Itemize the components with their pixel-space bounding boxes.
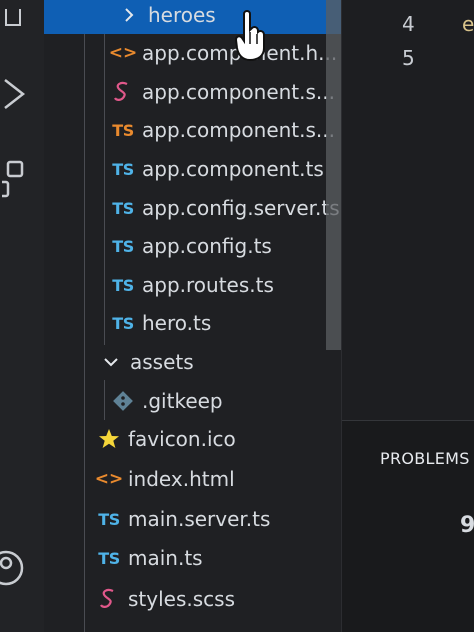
panel-content-fragment: 9 [460, 513, 474, 538]
ts-file-icon: TS [112, 159, 134, 179]
chevron-right-icon [116, 7, 142, 23]
tree-item-file[interactable]: <> index.html [44, 460, 341, 498]
ts-file-icon: TS [98, 509, 120, 529]
tab-problems[interactable]: PROBLEMS [380, 449, 470, 468]
tree-item-file[interactable]: <> app.component.h... [44, 34, 341, 72]
files-icon[interactable] [0, 0, 30, 40]
activity-bar [0, 0, 44, 632]
bottom-panel: PROBLEMS 9 [342, 420, 474, 632]
git-file-icon [110, 391, 136, 411]
tree-item-heroes[interactable]: heroes [44, 0, 341, 34]
hand-cursor-icon [234, 8, 268, 62]
tree-item-file[interactable]: .gitkeep [44, 382, 341, 420]
ts-file-icon: TS [112, 313, 134, 333]
tree-item-assets[interactable]: assets [44, 343, 341, 381]
line-number: 4 [402, 12, 415, 36]
tree-item-file[interactable]: TS app.component.ts [44, 150, 341, 188]
tree-item-file[interactable]: TS app.component.s... [44, 111, 341, 149]
line-number: 5 [402, 46, 415, 70]
tree-item-file[interactable]: TS hero.ts [44, 304, 341, 342]
star-icon [96, 428, 122, 450]
ts-file-icon: TS [112, 275, 134, 295]
ts-spec-file-icon: TS [112, 120, 134, 140]
ts-file-icon: TS [98, 548, 120, 568]
explorer-scrollbar-thumb[interactable] [326, 0, 341, 350]
tree-item-file[interactable]: app.component.s... [44, 73, 341, 111]
tree-item-file[interactable]: favicon.ico [44, 420, 341, 458]
scss-file-icon [96, 588, 122, 610]
tree-item-file[interactable]: TS main.ts [44, 539, 341, 577]
code-line: e [462, 12, 474, 36]
explorer-panel: heroes <> app.component.h... app.compone… [44, 0, 342, 632]
extensions-icon[interactable] [0, 160, 30, 200]
tree-item-file[interactable]: TS app.config.server.ts [44, 189, 341, 227]
ts-file-icon: TS [112, 236, 134, 256]
tree-item-file[interactable]: styles.scss [44, 580, 341, 618]
chevron-down-icon [98, 355, 124, 369]
tree-item-file[interactable]: TS app.config.ts [44, 227, 341, 265]
source-control-icon[interactable] [0, 74, 30, 114]
html-file-icon: <> [108, 43, 138, 63]
tree-item-file[interactable]: TS main.server.ts [44, 500, 341, 538]
tree-item-file[interactable]: TS app.routes.ts [44, 266, 341, 304]
ts-file-icon: TS [112, 198, 134, 218]
scss-file-icon [110, 81, 136, 103]
account-icon[interactable] [0, 548, 30, 588]
html-file-icon: <> [94, 469, 124, 489]
editor-area[interactable]: 4 5 e [342, 0, 474, 420]
